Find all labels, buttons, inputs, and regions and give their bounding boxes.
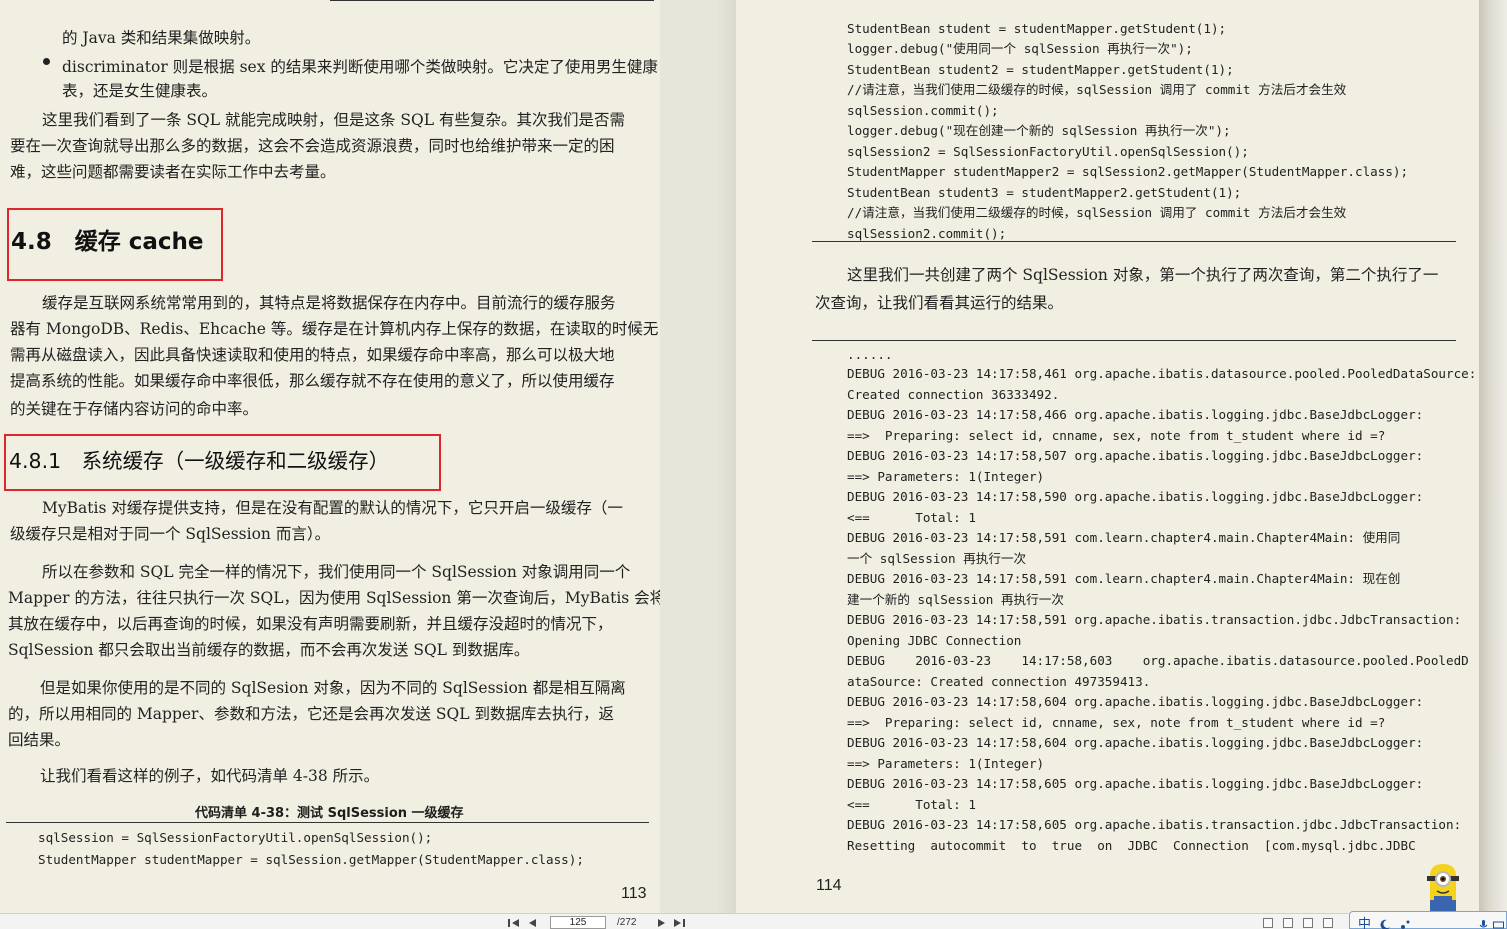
log-rule	[812, 340, 1456, 341]
paragraph-line: Mapper 的方法，往往只执行一次 SQL，因为使用 SqlSession 第…	[8, 589, 660, 607]
page-total-label: /272	[617, 917, 637, 928]
paragraph-line: 回结果。	[8, 731, 71, 749]
continuous-view-icon[interactable]	[1303, 918, 1313, 928]
log-line: Created connection 36333492.	[847, 387, 1060, 402]
code-rule	[6, 822, 649, 823]
subsection-heading: 4.8.1 系统缓存（一级缓存和二级缓存）	[9, 449, 390, 473]
log-line: 一个 sqlSession 再执行一次	[847, 551, 1027, 566]
paragraph-line: 难，这些问题都需要读者在实际工作中去考量。	[10, 163, 336, 181]
log-line: DEBUG 2016-03-23 14:17:58,603 org.apache…	[847, 653, 1469, 668]
next-page-icon[interactable]	[654, 917, 668, 929]
left-page: 的 Java 类和结果集做映射。 discriminator 则是根据 sex …	[0, 0, 660, 913]
paragraph-line: 这里我们一共创建了两个 SqlSession 对象，第一个执行了两次查询，第二个…	[847, 266, 1439, 284]
log-line: <== Total: 1	[847, 797, 976, 812]
last-page-icon[interactable]	[672, 917, 686, 929]
paragraph-line: 让我们看看这样的例子，如代码清单 4-38 所示。	[40, 767, 380, 785]
log-line: Opening JDBC Connection	[847, 633, 1022, 648]
log-line: DEBUG 2016-03-23 14:17:58,605 org.apache…	[847, 776, 1424, 791]
code-line: logger.debug("现在创建一个新的 sqlSession 再执行一次"…	[847, 123, 1231, 138]
code-line: logger.debug("使用同一个 sqlSession 再执行一次");	[847, 41, 1193, 56]
moon-icon[interactable]	[1380, 915, 1391, 929]
log-line: DEBUG 2016-03-23 14:17:58,604 org.apache…	[847, 735, 1424, 750]
log-line: Resetting autocommit to true on JDBC Con…	[847, 838, 1416, 853]
code-line: //请注意，当我们使用二级缓存的时候，sqlSession 调用了 commit…	[847, 205, 1347, 220]
paragraph-line: 提高系统的性能。如果缓存命中率很低，那么缓存就不存在使用的意义了，所以使用缓存	[10, 372, 615, 390]
paragraph-line: 所以在参数和 SQL 完全一样的情况下，我们使用同一个 SqlSession 对…	[42, 563, 631, 581]
code-line: StudentBean student3 = studentMapper2.ge…	[847, 185, 1242, 200]
section-heading: 4.8 缓存 cache	[11, 229, 204, 255]
log-line: ......	[847, 347, 893, 362]
code-line: StudentBean student2 = studentMapper.get…	[847, 62, 1234, 77]
log-line: DEBUG 2016-03-23 14:17:58,591 org.apache…	[847, 612, 1462, 627]
log-line: ==> Preparing: select id, cnname, sex, n…	[847, 715, 1386, 730]
log-line: ==> Parameters: 1(Integer)	[847, 756, 1045, 771]
paragraph-line: 表，还是女生健康表。	[62, 82, 218, 100]
code-rule	[812, 241, 1456, 242]
log-line: DEBUG 2016-03-23 14:17:58,604 org.apache…	[847, 694, 1424, 709]
log-line: DEBUG 2016-03-23 14:17:58,605 org.apache…	[847, 817, 1462, 832]
code-line: sqlSession.commit();	[847, 103, 999, 118]
paragraph-line: 器有 MongoDB、Redis、Ehcache 等。缓存是在计算机内存上保存的…	[10, 320, 659, 338]
paragraph-line: 的 Java 类和结果集做映射。	[62, 29, 261, 47]
log-line: ataSource: Created connection 497359413.	[847, 674, 1151, 689]
log-line: DEBUG 2016-03-23 14:17:58,466 org.apache…	[847, 407, 1424, 422]
paragraph-line: 要在一次查询就导出那么多的数据，这会不会造成资源浪费，同时也给维护带来一定的困	[10, 137, 615, 155]
paragraph-line: discriminator 则是根据 sex 的结果来判断使用哪个类做映射。它决…	[62, 58, 658, 76]
punctuation-icon[interactable]	[1400, 915, 1411, 929]
code-line: sqlSession2 = SqlSessionFactoryUtil.open…	[847, 144, 1249, 159]
minion-mascot-icon[interactable]	[1418, 862, 1468, 914]
keyboard-icon[interactable]	[1493, 915, 1504, 929]
code-line: StudentMapper studentMapper2 = sqlSessio…	[847, 164, 1409, 179]
page-gutter-shade	[716, 0, 736, 913]
log-line: DEBUG 2016-03-23 14:17:58,507 org.apache…	[847, 448, 1424, 463]
first-page-icon[interactable]	[507, 917, 521, 929]
facing-continuous-view-icon[interactable]	[1323, 918, 1333, 928]
log-line: DEBUG 2016-03-23 14:17:58,591 com.learn.…	[847, 571, 1401, 586]
log-line: <== Total: 1	[847, 510, 976, 525]
bullet-icon	[43, 58, 50, 65]
paragraph-line: 次查询，让我们看看其运行的结果。	[815, 294, 1064, 312]
paragraph-line: SqlSession 都只会取出当前缓存的数据，而不会再次发送 SQL 到数据库…	[8, 641, 530, 659]
microphone-icon[interactable]	[1478, 915, 1489, 928]
ime-language-label[interactable]: 中	[1358, 913, 1371, 929]
pdf-toolbar: 125 /272	[0, 913, 1507, 929]
page-number-input[interactable]: 125	[550, 916, 606, 929]
paragraph-line: 级缓存只是相对于同一个 SqlSession 而言）。	[10, 525, 331, 543]
paragraph-line: 但是如果你使用的是不同的 SqlSesion 对象，因为不同的 SqlSessi…	[40, 679, 626, 697]
log-line: DEBUG 2016-03-23 14:17:58,461 org.apache…	[847, 366, 1477, 381]
single-page-view-icon[interactable]	[1263, 918, 1273, 928]
right-page: StudentBean student = studentMapper.getS…	[736, 0, 1479, 913]
paragraph-line: MyBatis 对缓存提供支持，但是在没有配置的默认的情况下，它只开启一级缓存（…	[42, 499, 623, 517]
code-line: StudentBean student = studentMapper.getS…	[847, 21, 1227, 36]
book-edge	[1479, 0, 1507, 913]
previous-page-icon[interactable]	[526, 917, 540, 929]
page-number: 113	[621, 885, 647, 902]
top-rule	[330, 0, 654, 1]
code-line: StudentMapper studentMapper = sqlSession…	[38, 852, 584, 867]
paragraph-line: 缓存是互联网系统常常用到的，其特点是将数据保存在内存中。目前流行的缓存服务	[42, 294, 616, 312]
code-line: sqlSession = SqlSessionFactoryUtil.openS…	[38, 830, 433, 845]
paragraph-line: 需再从磁盘读入，因此具备快速读取和使用的特点，如果缓存命中率高，那么可以极大地	[10, 346, 615, 364]
log-line: ==> Parameters: 1(Integer)	[847, 469, 1045, 484]
paragraph-line: 的关键在于存储内容访问的命中率。	[10, 400, 259, 418]
paragraph-line: 这里我们看到了一条 SQL 就能完成映射，但是这条 SQL 有些复杂。其次我们是…	[42, 111, 625, 129]
ime-toolbar[interactable]: 中	[1349, 911, 1507, 929]
log-line: 建一个新的 sqlSession 再执行一次	[847, 592, 1064, 607]
code-listing-caption: 代码清单 4-38：测试 SqlSession 一级缓存	[195, 806, 464, 821]
log-line: DEBUG 2016-03-23 14:17:58,591 com.learn.…	[847, 530, 1401, 545]
code-line: //请注意，当我们使用二级缓存的时候，sqlSession 调用了 commit…	[847, 82, 1347, 97]
page-number: 114	[816, 877, 842, 894]
paragraph-line: 的，所以用相同的 Mapper、参数和方法，它还是会再次发送 SQL 到数据库去…	[8, 705, 614, 723]
paragraph-line: 其放在缓存中，以后再查询的时候，如果没有声明需要刷新，并且缓存没超时的情况下，	[8, 615, 613, 633]
two-page-view-icon[interactable]	[1283, 918, 1293, 928]
log-line: DEBUG 2016-03-23 14:17:58,590 org.apache…	[847, 489, 1424, 504]
log-line: ==> Preparing: select id, cnname, sex, n…	[847, 428, 1386, 443]
